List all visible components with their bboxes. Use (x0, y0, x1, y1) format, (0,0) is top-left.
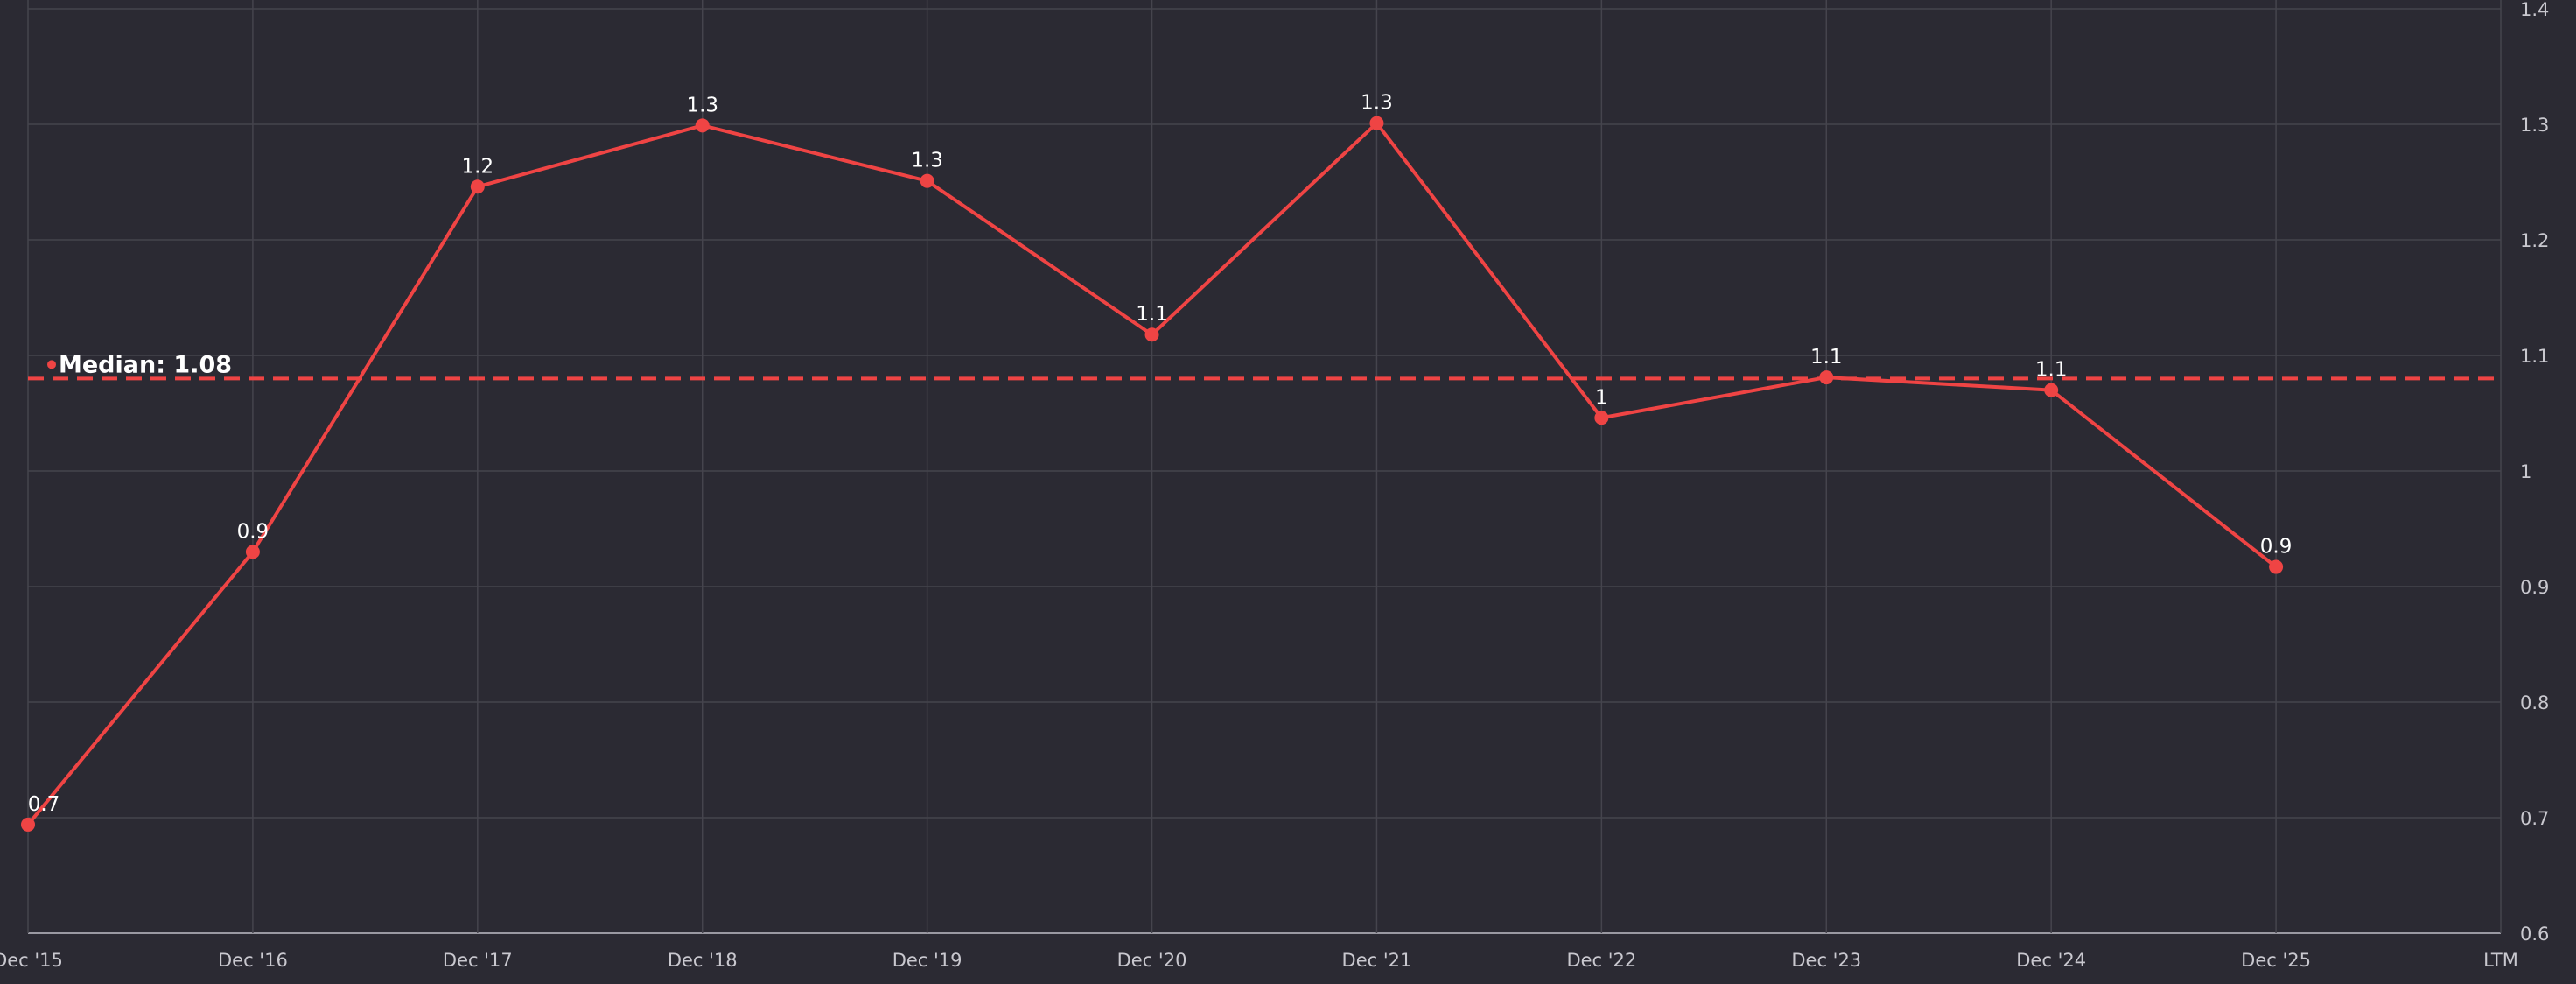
x-tick-label: Dec '17 (443, 950, 513, 971)
data-label: 0.7 (28, 793, 60, 816)
data-point (1144, 327, 1159, 342)
data-point (2044, 383, 2059, 397)
chart-container: 0.6 0.7 0.8 0.9 1 1.1 1.2 1.3 1.4 Dec '15 Dec '16 D… (0, 0, 2576, 984)
x-tick-label: Dec '25 (2241, 950, 2311, 971)
x-tick-label: Dec '18 (668, 950, 738, 971)
data-point (1369, 116, 1384, 130)
data-label: 1.1 (2035, 359, 2068, 382)
y-tick-label: 0.8 (2520, 692, 2549, 713)
data-point (2269, 559, 2284, 574)
y-tick-label: 0.7 (2520, 808, 2549, 829)
data-label: 1.2 (462, 155, 494, 178)
data-point (21, 817, 35, 832)
data-point (470, 179, 485, 194)
x-tick-label: LTM (2483, 950, 2518, 971)
x-tick-label: Dec '22 (1566, 950, 1636, 971)
data-point (920, 173, 934, 188)
data-label: 1 (1595, 386, 1608, 409)
data-labels: 0.7 0.9 1.2 1.3 1.3 1.1 1.3 1 1.1 1.1 0.9 (28, 92, 2292, 816)
x-tick-label: Dec '15 (0, 950, 63, 971)
x-tick-label: Dec '20 (1117, 950, 1187, 971)
data-label: 0.9 (237, 520, 270, 543)
axes: 0.6 0.7 0.8 0.9 1 1.1 1.2 1.3 1.4 Dec '15 Dec '16 D… (0, 0, 2549, 971)
y-tick-label: 1.3 (2520, 115, 2549, 136)
data-point (1819, 370, 1834, 385)
data-label: 0.9 (2260, 536, 2292, 559)
data-label: 1.1 (1810, 346, 1843, 369)
data-point (695, 118, 710, 133)
x-tick-label: Dec '16 (218, 950, 288, 971)
y-tick-label: 1.1 (2520, 346, 2549, 367)
data-label: 1.1 (1136, 303, 1168, 326)
data-point (245, 545, 260, 559)
data-point (1594, 411, 1609, 425)
line-chart: 0.6 0.7 0.8 0.9 1 1.1 1.2 1.3 1.4 Dec '15 Dec '16 D… (0, 0, 2549, 971)
data-label: 1.3 (911, 150, 943, 172)
x-tick-label: Dec '19 (892, 950, 962, 971)
y-tick-label: 1.4 (2520, 0, 2549, 20)
median-label: Median: 1.08 (59, 351, 232, 378)
y-tick-label: 1.2 (2520, 230, 2549, 251)
data-label: 1.3 (1361, 92, 1393, 115)
x-tick-label: Dec '23 (1791, 950, 1861, 971)
x-tick-label: Dec '24 (2016, 950, 2086, 971)
grid-lines (27, 0, 2502, 934)
x-tick-label: Dec '21 (1342, 950, 1412, 971)
y-tick-label: 0.6 (2520, 924, 2549, 945)
median-marker (47, 360, 56, 369)
data-label: 1.3 (686, 94, 718, 116)
y-tick-label: 0.9 (2520, 577, 2549, 598)
y-tick-label: 1 (2520, 461, 2531, 482)
